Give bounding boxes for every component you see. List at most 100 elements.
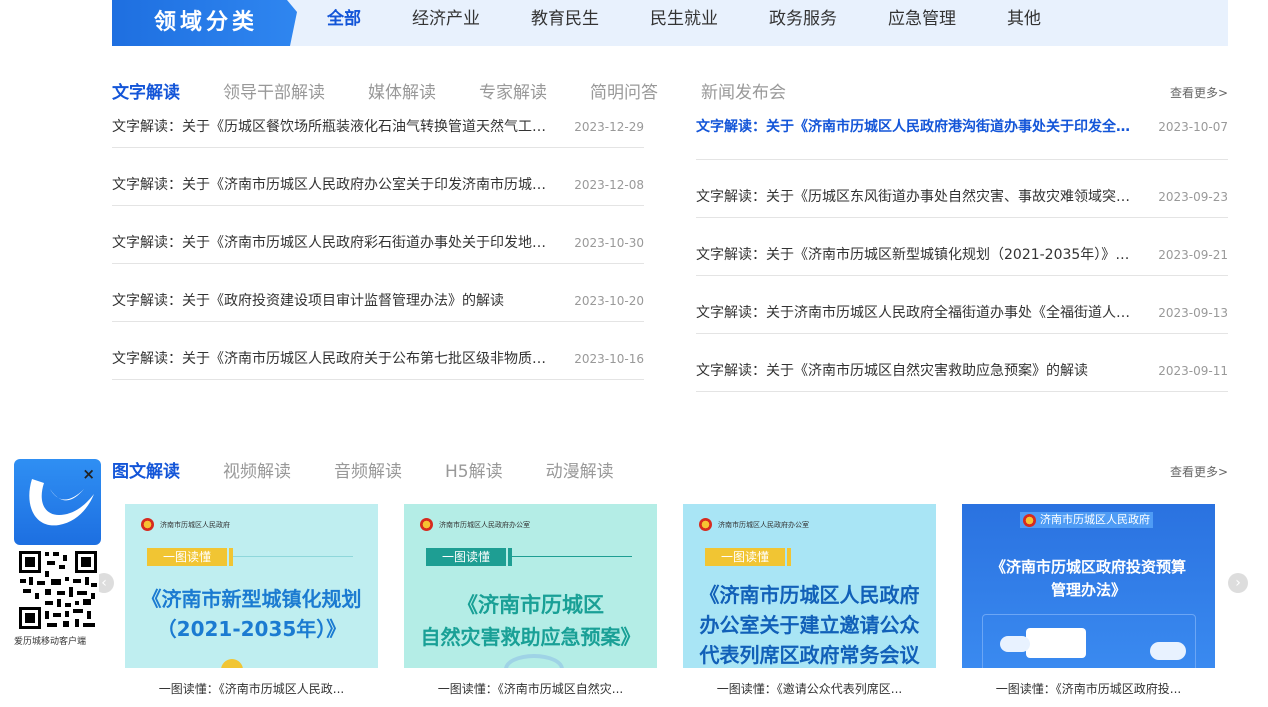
cloud-icon bbox=[1000, 636, 1030, 652]
list-item[interactable]: 文字解读：关于《济南市历城区自然灾害救助应急预案》的解读 2023-09-11 bbox=[696, 362, 1228, 392]
close-icon[interactable]: × bbox=[82, 465, 95, 483]
card-headline-line: 《济南市新型城镇化规划 bbox=[141, 587, 362, 611]
qr-code-icon bbox=[17, 549, 99, 631]
list-item-title[interactable]: 文字解读：关于《政府投资建设项目审计监督管理办法》的解读 bbox=[112, 292, 557, 310]
tab-expert-interpretation[interactable]: 专家解读 bbox=[479, 78, 547, 103]
card-caption[interactable]: 一图读懂：《济南市历城区人民政... bbox=[125, 680, 378, 697]
list-item[interactable]: 文字解读：关于济南市历城区人民政府全福街道办事处《全福街道人居... 2023-… bbox=[696, 304, 1228, 334]
national-emblem-icon bbox=[420, 518, 433, 531]
card-org-name: 济南市历城区人民政府 bbox=[160, 520, 230, 529]
tab-h5-interpretation[interactable]: H5解读 bbox=[445, 457, 503, 482]
card-headline-line: 自然灾害救助应急预案》 bbox=[420, 625, 641, 649]
card-badge: 一图读懂 bbox=[705, 548, 785, 566]
badge-line bbox=[233, 556, 353, 557]
card-image[interactable]: 济南市历城区人民政府 一图读懂 《济南市新型城镇化规划 （2021-2035年）… bbox=[125, 504, 378, 668]
list-item-title[interactable]: 文字解读：关于《济南市历城区人民政府关于公布第七批区级非物质文... bbox=[112, 350, 557, 368]
card-caption[interactable]: 一图读懂：《济南市历城区政府投... bbox=[962, 680, 1215, 697]
card-org-name: 济南市历城区人民政府办公室 bbox=[439, 520, 530, 529]
card-headline-line: 《济南市历城区政府投资预算 bbox=[990, 558, 1186, 576]
text-section-more-link[interactable]: 查看更多> bbox=[1170, 84, 1228, 101]
card-badge: 一图读懂 bbox=[426, 548, 506, 566]
tab-media-interpretation[interactable]: 媒体解读 bbox=[368, 78, 436, 103]
tab-graphic-interpretation[interactable]: 图文解读 bbox=[112, 457, 180, 482]
list-item[interactable]: 文字解读：关于《济南市历城区人民政府关于公布第七批区级非物质文... 2023-… bbox=[112, 350, 644, 380]
category-tab-all[interactable]: 全部 bbox=[327, 4, 361, 29]
list-item-date: 2023-10-30 bbox=[574, 236, 644, 250]
list-item[interactable]: 文字解读：关于《济南市历城区人民政府办公室关于印发济南市历城区... 2023-… bbox=[112, 176, 644, 206]
category-tab-economy[interactable]: 经济产业 bbox=[412, 4, 480, 29]
card-decoration bbox=[221, 659, 243, 668]
list-item[interactable]: 文字解读：关于《历城区东风街道办事处自然灾害、事故灾难领域突发... 2023-… bbox=[696, 188, 1228, 218]
text-list-right: 文字解读：关于《济南市历城区人民政府港沟街道办事处关于印发全面... 2023-… bbox=[696, 118, 1228, 398]
graphic-card[interactable]: 济南市历城区人民政府 一图读懂 《济南市新型城镇化规划 （2021-2035年）… bbox=[125, 504, 378, 697]
graphic-section-more-link[interactable]: 查看更多> bbox=[1170, 463, 1228, 480]
text-section-tabs: 文字解读 领导干部解读 媒体解读 专家解读 简明问答 新闻发布会 查看更多> bbox=[112, 78, 1228, 103]
list-item-date: 2023-10-20 bbox=[574, 294, 644, 308]
tab-text-interpretation[interactable]: 文字解读 bbox=[112, 78, 180, 103]
list-item-title[interactable]: 文字解读：关于济南市历城区人民政府全福街道办事处《全福街道人居... bbox=[696, 304, 1141, 322]
card-org-name: 济南市历城区人民政府 bbox=[1040, 513, 1150, 526]
card-caption[interactable]: 一图读懂：《邀请公众代表列席区... bbox=[683, 680, 936, 697]
cloud-icon bbox=[1150, 642, 1186, 660]
card-image[interactable]: 济南市历城区人民政府办公室 一图读懂 《济南市历城区人民政府 办公室关于建立邀请… bbox=[683, 504, 936, 668]
badge-bar bbox=[787, 548, 791, 566]
list-item-date: 2023-09-13 bbox=[1158, 306, 1228, 320]
list-item-title[interactable]: 文字解读：关于《济南市历城区人民政府港沟街道办事处关于印发全面... bbox=[696, 118, 1141, 136]
category-bar: 领域分类 全部 经济产业 教育民生 民生就业 政务服务 应急管理 其他 bbox=[112, 0, 1228, 46]
card-org-logo: 济南市历城区人民政府 bbox=[1020, 512, 1153, 528]
list-item-title[interactable]: 文字解读：关于《济南市历城区新型城镇化规划（2021-2035年）》的... bbox=[696, 246, 1141, 264]
card-org-logo: 济南市历城区人民政府办公室 bbox=[420, 518, 530, 531]
card-headline-line: （2021-2035年）》 bbox=[156, 617, 347, 641]
card-headline-line: 办公室关于建立邀请公众 bbox=[699, 613, 920, 637]
list-item[interactable]: 文字解读：关于《济南市历城区新型城镇化规划（2021-2035年）》的... 2… bbox=[696, 246, 1228, 276]
tab-video-interpretation[interactable]: 视频解读 bbox=[223, 457, 291, 482]
card-headline-line: 管理办法》 bbox=[1050, 581, 1126, 599]
card-image[interactable]: 济南市历城区人民政府办公室 一图读懂 《济南市历城区 自然灾害救助应急预案》 bbox=[404, 504, 657, 668]
tab-animation-interpretation[interactable]: 动漫解读 bbox=[546, 457, 614, 482]
category-tab-emergency[interactable]: 应急管理 bbox=[888, 4, 956, 29]
badge-bar bbox=[229, 548, 233, 566]
card-image[interactable]: 济南市历城区人民政府 《济南市历城区政府投资预算 管理办法》 bbox=[962, 504, 1215, 668]
list-item[interactable]: 文字解读：关于《历城区餐饮场所瓶装液化石油气转换管道天然气工作... 2023-… bbox=[112, 118, 644, 148]
card-decoration bbox=[1026, 628, 1086, 658]
graphic-card[interactable]: 济南市历城区人民政府办公室 一图读懂 《济南市历城区 自然灾害救助应急预案》 一… bbox=[404, 504, 657, 697]
list-item-title[interactable]: 文字解读：关于《济南市历城区自然灾害救助应急预案》的解读 bbox=[696, 362, 1141, 380]
tab-leader-interpretation[interactable]: 领导干部解读 bbox=[223, 78, 325, 103]
badge-bar bbox=[508, 548, 512, 566]
list-item[interactable]: 文字解读：关于《济南市历城区人民政府彩石街道办事处关于印发地震... 2023-… bbox=[112, 234, 644, 264]
category-tab-employment[interactable]: 民生就业 bbox=[650, 4, 718, 29]
app-label: 爱历城移动客户端 bbox=[14, 637, 87, 647]
list-item-date: 2023-10-16 bbox=[574, 352, 644, 366]
national-emblem-icon bbox=[141, 518, 154, 531]
graphic-section-tabs: 图文解读 视频解读 音频解读 H5解读 动漫解读 查看更多> bbox=[112, 457, 1228, 482]
category-tab-education[interactable]: 教育民生 bbox=[531, 4, 599, 29]
chevron-left-icon: ‹ bbox=[101, 575, 107, 591]
list-item-title[interactable]: 文字解读：关于《济南市历城区人民政府彩石街道办事处关于印发地震... bbox=[112, 234, 557, 252]
category-tab-government-services[interactable]: 政务服务 bbox=[769, 4, 837, 29]
list-item-title[interactable]: 文字解读：关于《历城区东风街道办事处自然灾害、事故灾难领域突发... bbox=[696, 188, 1141, 206]
list-item[interactable]: 文字解读：关于《政府投资建设项目审计监督管理办法》的解读 2023-10-20 bbox=[112, 292, 644, 322]
text-list-left-items: 文字解读：关于《历城区餐饮场所瓶装液化石油气转换管道天然气工作... 2023-… bbox=[112, 118, 644, 383]
tab-audio-interpretation[interactable]: 音频解读 bbox=[334, 457, 402, 482]
graphic-card[interactable]: 济南市历城区人民政府 《济南市历城区政府投资预算 管理办法》 一图读懂：《济南市… bbox=[962, 504, 1215, 697]
list-item-title[interactable]: 文字解读：关于《济南市历城区人民政府办公室关于印发济南市历城区... bbox=[112, 176, 557, 194]
card-org-name: 济南市历城区人民政府办公室 bbox=[718, 520, 809, 529]
badge-line bbox=[512, 556, 632, 557]
tab-qa[interactable]: 简明问答 bbox=[590, 78, 658, 103]
card-headline-line: 代表列席区政府常务会议 bbox=[699, 643, 920, 667]
category-tab-other[interactable]: 其他 bbox=[1007, 4, 1041, 29]
tab-press-conference[interactable]: 新闻发布会 bbox=[701, 78, 786, 103]
list-item-featured[interactable]: 文字解读：关于《济南市历城区人民政府港沟街道办事处关于印发全面... 2023-… bbox=[696, 118, 1228, 160]
card-caption[interactable]: 一图读懂：《济南市历城区自然灾... bbox=[404, 680, 657, 697]
app-logo-icon[interactable]: × bbox=[14, 459, 101, 545]
list-item-title[interactable]: 文字解读：关于《历城区餐饮场所瓶装液化石油气转换管道天然气工作... bbox=[112, 118, 557, 136]
list-item-date: 2023-09-21 bbox=[1158, 248, 1228, 262]
list-item-date: 2023-09-23 bbox=[1158, 190, 1228, 204]
category-tabs: 全部 经济产业 教育民生 民生就业 政务服务 应急管理 其他 bbox=[327, 4, 1092, 29]
list-item-date: 2023-09-11 bbox=[1158, 364, 1228, 378]
list-item-date: 2023-10-07 bbox=[1158, 120, 1228, 134]
graphic-card[interactable]: 济南市历城区人民政府办公室 一图读懂 《济南市历城区人民政府 办公室关于建立邀请… bbox=[683, 504, 936, 697]
card-headline-line: 《济南市历城区 bbox=[457, 593, 604, 617]
card-badge: 一图读懂 bbox=[147, 548, 227, 566]
app-download-widget: × 爱历城移动客户端 bbox=[14, 459, 102, 647]
